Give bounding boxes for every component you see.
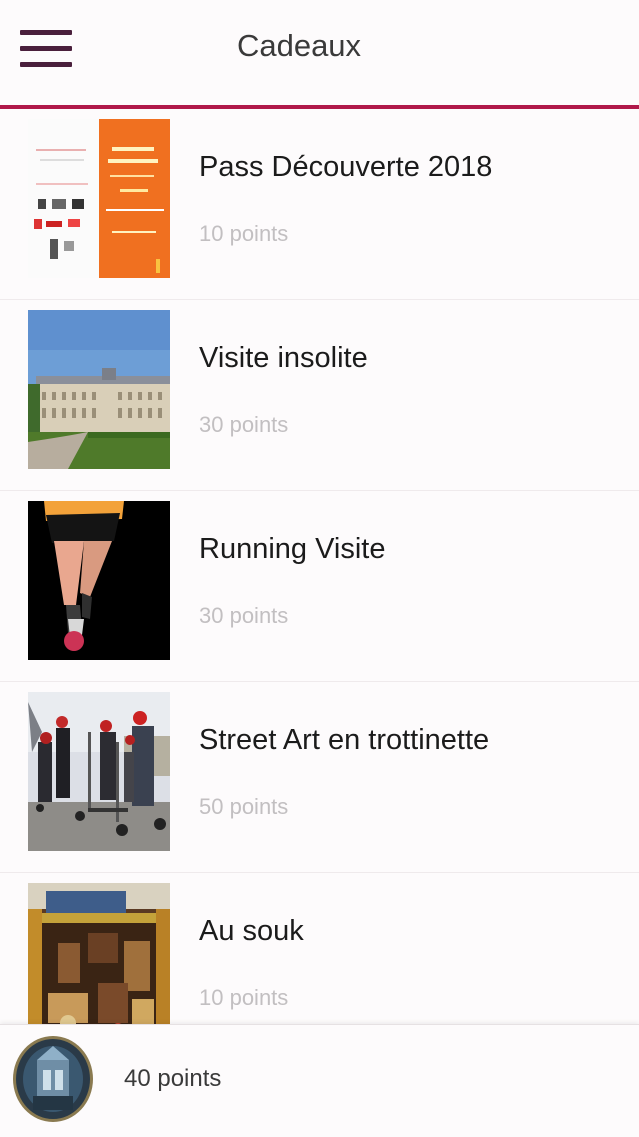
gift-points: 50 points <box>199 794 289 819</box>
souk-shop-photo <box>28 883 170 1024</box>
gift-item-street-art[interactable]: Street Art en trottinette 50 points <box>0 682 639 873</box>
gift-points: 30 points <box>199 412 289 437</box>
gift-title: Running Visite <box>199 533 386 565</box>
gift-list: Pass Découverte 2018 10 points Visite in… <box>0 109 639 1024</box>
chateau-building-photo <box>28 310 170 469</box>
gift-title: Pass Découverte 2018 <box>199 151 493 183</box>
gift-points: 10 points <box>199 985 289 1010</box>
app-bar: Cadeaux <box>0 0 639 109</box>
gift-item-pass-decouverte[interactable]: Pass Découverte 2018 10 points <box>0 109 639 300</box>
gift-title: Visite insolite <box>199 342 368 374</box>
gift-title: Street Art en trottinette <box>199 724 490 756</box>
chapel-interior-avatar[interactable] <box>13 1036 93 1122</box>
pass-decouverte-poster-image <box>28 119 170 278</box>
runner-legs-photo <box>28 501 170 660</box>
scooter-group-photo <box>28 692 170 851</box>
gift-item-au-souk[interactable]: Au souk 10 points <box>0 873 639 1024</box>
gift-item-running-visite[interactable]: Running Visite 30 points <box>0 491 639 682</box>
gift-title: Au souk <box>199 915 304 947</box>
gift-points: 10 points <box>199 221 289 246</box>
user-points-bar: 40 points <box>0 1024 639 1137</box>
page-title: Cadeaux <box>236 28 362 63</box>
user-points-total: 40 points <box>124 1065 222 1092</box>
gift-item-visite-insolite[interactable]: Visite insolite 30 points <box>0 300 639 491</box>
gift-points: 30 points <box>199 603 289 628</box>
